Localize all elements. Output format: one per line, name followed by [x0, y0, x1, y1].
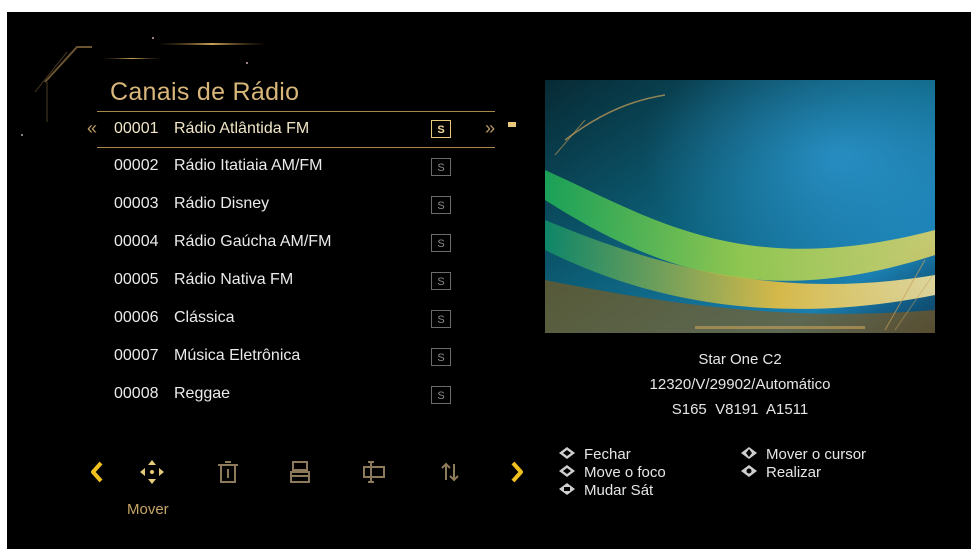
- pid-info: S165 V8191 A1511: [671, 401, 809, 418]
- remote-key-icon: [740, 446, 758, 464]
- channel-row[interactable]: 00003 Rádio Disney: [114, 191, 444, 217]
- channel-name: Música Eletrônica: [174, 347, 301, 364]
- chevron-right-icon[interactable]: [507, 452, 527, 492]
- sort-icon[interactable]: [433, 452, 467, 492]
- double-chevron-left-icon[interactable]: «: [87, 118, 97, 139]
- channel-number: 00002: [114, 157, 159, 174]
- delete-icon[interactable]: [211, 452, 245, 492]
- channel-name: Rádio Itatiaia AM/FM: [174, 157, 323, 174]
- channel-number: 00004: [114, 233, 159, 250]
- channel-name: Rádio Nativa FM: [174, 271, 294, 288]
- scrambled-badge: S: [431, 196, 451, 214]
- channel-row[interactable]: 00006 Clássica: [114, 305, 444, 331]
- help-perform-label: Realizar: [766, 464, 822, 481]
- tv-screen: Canais de Rádio « » 00001 Rádio Atlântida…: [7, 12, 971, 549]
- selection-marker: [508, 122, 516, 127]
- channel-row[interactable]: 00005 Rádio Nativa FM: [114, 267, 444, 293]
- help-move-cursor: Mover o cursor: [740, 446, 866, 464]
- channel-row[interactable]: 00007 Música Eletrônica: [114, 343, 444, 369]
- move-icon[interactable]: [135, 452, 169, 492]
- help-change-sat: Mudar Sát: [558, 482, 653, 500]
- help-move-focus: Move o foco: [558, 464, 666, 482]
- channel-number: 00001: [114, 120, 159, 137]
- help-close: Fechar: [558, 446, 631, 464]
- channel-name: Rádio Atlântida FM: [174, 120, 310, 137]
- rename-icon[interactable]: [357, 452, 391, 492]
- help-change-sat-label: Mudar Sát: [584, 482, 654, 499]
- save-icon[interactable]: [283, 452, 317, 492]
- scrambled-badge: S: [431, 310, 451, 328]
- channel-row[interactable]: 00002 Rádio Itatiaia AM/FM: [114, 153, 444, 179]
- scrambled-badge: S: [431, 386, 451, 404]
- satellite-name: Star One C2: [698, 351, 782, 368]
- transponder-info: 12320/V/29902/Automático: [649, 376, 831, 393]
- help-move-focus-label: Move o foco: [584, 464, 666, 481]
- chevron-left-icon[interactable]: [87, 452, 107, 492]
- channel-row[interactable]: 00004 Rádio Gaúcha AM/FM: [114, 229, 444, 255]
- remote-key-icon: [558, 482, 576, 500]
- scrambled-badge: S: [431, 272, 451, 290]
- scrambled-badge: S: [431, 120, 451, 138]
- channel-number: 00006: [114, 309, 159, 326]
- scrambled-badge: S: [431, 348, 451, 366]
- channel-number: 00005: [114, 271, 159, 288]
- page-title: Canais de Rádio: [110, 78, 300, 106]
- help-close-label: Fechar: [584, 446, 631, 463]
- channel-number: 00003: [114, 195, 159, 212]
- channel-row-selected[interactable]: 00001 Rádio Atlântida FM: [114, 116, 444, 142]
- remote-key-icon: [740, 464, 758, 482]
- scrambled-badge: S: [431, 234, 451, 252]
- channel-name: Reggae: [174, 385, 231, 402]
- scrambled-badge: S: [431, 158, 451, 176]
- channel-name: Rádio Disney: [174, 195, 270, 212]
- channel-name: Rádio Gaúcha AM/FM: [174, 233, 332, 250]
- bottom-toolbar: [87, 452, 527, 492]
- remote-key-icon: [558, 446, 576, 464]
- channel-preview-image: [545, 80, 935, 333]
- toolbar-active-label: Mover: [127, 501, 169, 518]
- channel-number: 00007: [114, 347, 159, 364]
- double-chevron-right-icon[interactable]: »: [485, 118, 495, 139]
- remote-key-icon: [558, 464, 576, 482]
- channel-number: 00008: [114, 385, 159, 402]
- help-move-cursor-label: Mover o cursor: [766, 446, 867, 463]
- channel-row[interactable]: 00008 Reggae: [114, 381, 444, 407]
- help-perform: Realizar: [740, 464, 821, 482]
- channel-name: Clássica: [174, 309, 235, 326]
